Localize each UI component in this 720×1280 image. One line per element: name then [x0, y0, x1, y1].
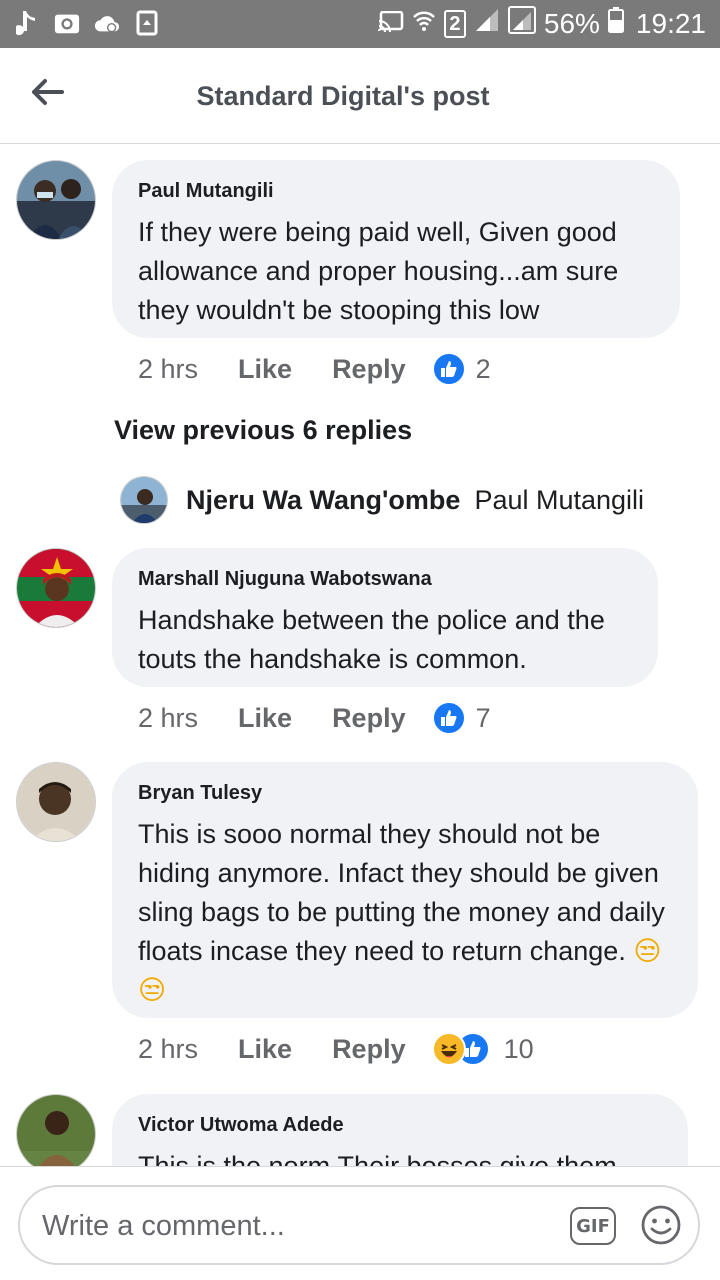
- comment-time: 2 hrs: [138, 1033, 199, 1064]
- reaction-summary[interactable]: 7: [431, 701, 491, 735]
- camera-icon: [54, 9, 80, 37]
- recycle-icon: [134, 9, 160, 37]
- comment-author[interactable]: Marshall Njuguna Wabotswana: [138, 568, 632, 591]
- comment-bubble: Paul Mutangili If they were being paid w…: [112, 160, 680, 338]
- reply-button[interactable]: Reply: [332, 703, 406, 734]
- comment-author[interactable]: Paul Mutangili: [138, 180, 654, 203]
- comment-input-box[interactable]: GIF: [18, 1185, 700, 1265]
- comment-author[interactable]: Victor Utwoma Adede: [138, 1114, 662, 1137]
- comment-text: If they were being paid well, Given good…: [138, 217, 619, 325]
- avatar[interactable]: [16, 1094, 96, 1174]
- comment-composer: GIF: [0, 1166, 720, 1280]
- battery-icon: [607, 7, 624, 40]
- comment-text: Handshake between the police and the tou…: [138, 605, 605, 674]
- signal-icon: [474, 7, 500, 40]
- system-status: 2 56% 19:21: [377, 6, 706, 41]
- reply-preview[interactable]: Njeru Wa Wang'ombe Paul Mutangili: [120, 476, 669, 524]
- reply-button[interactable]: Reply: [332, 354, 406, 385]
- reaction-count: 2: [475, 353, 491, 384]
- cloud-icon: [94, 9, 120, 37]
- comment-actions: 2 hrs Like Reply 10: [138, 1032, 534, 1066]
- comment-bubble: Marshall Njuguna Wabotswana Handshake be…: [112, 548, 658, 687]
- clock: 19:21: [635, 7, 706, 39]
- gif-button[interactable]: GIF: [570, 1207, 616, 1245]
- comment-text: This is sooo normal they should not be h…: [138, 815, 672, 1010]
- reply-button[interactable]: Reply: [332, 1034, 406, 1065]
- comment-time: 2 hrs: [138, 702, 199, 733]
- avatar[interactable]: [16, 160, 96, 240]
- like-button[interactable]: Like: [238, 1034, 292, 1065]
- comment-actions: 2 hrs Like Reply 2: [138, 352, 491, 386]
- view-previous-replies-link[interactable]: View previous 6 replies: [114, 415, 412, 446]
- reaction-summary[interactable]: 10: [431, 1032, 534, 1066]
- avatar[interactable]: [16, 762, 96, 842]
- comment-author[interactable]: Bryan Tulesy: [138, 782, 672, 805]
- avatar[interactable]: [120, 476, 168, 524]
- thumbs-up-icon: [431, 352, 466, 386]
- notification-icons: [14, 9, 160, 37]
- reply-text: Paul Mutangili: [474, 484, 645, 515]
- reply-author[interactable]: Njeru Wa Wang'ombe: [186, 485, 460, 516]
- comment-text-body: This is sooo normal they should not be h…: [138, 819, 665, 966]
- reaction-count: 7: [475, 702, 491, 733]
- battery-percent: 56%: [543, 7, 600, 39]
- wifi-icon: [412, 8, 436, 40]
- music-note-icon: [14, 9, 40, 37]
- signal-icon-2: [507, 6, 536, 41]
- reaction-summary[interactable]: 2: [431, 352, 491, 386]
- avatar[interactable]: [16, 548, 96, 628]
- post-header: Standard Digital's post: [0, 48, 720, 144]
- comment-input[interactable]: [42, 1201, 562, 1251]
- like-button[interactable]: Like: [238, 703, 292, 734]
- comment-time: 2 hrs: [138, 353, 199, 384]
- status-bar: 2 56% 19:21: [0, 0, 720, 48]
- sim-slot-badge: 2: [443, 9, 466, 38]
- thumbs-up-icon: [431, 701, 466, 735]
- page-title: Standard Digital's post: [196, 81, 490, 111]
- like-button[interactable]: Like: [238, 354, 292, 385]
- smiley-icon[interactable]: [640, 1204, 682, 1246]
- cast-icon: [377, 8, 404, 40]
- haha-icon: [431, 1032, 466, 1066]
- reaction-count: 10: [503, 1033, 534, 1064]
- comment-actions: 2 hrs Like Reply 7: [138, 701, 491, 735]
- comment-bubble: Bryan Tulesy This is sooo normal they sh…: [112, 762, 698, 1018]
